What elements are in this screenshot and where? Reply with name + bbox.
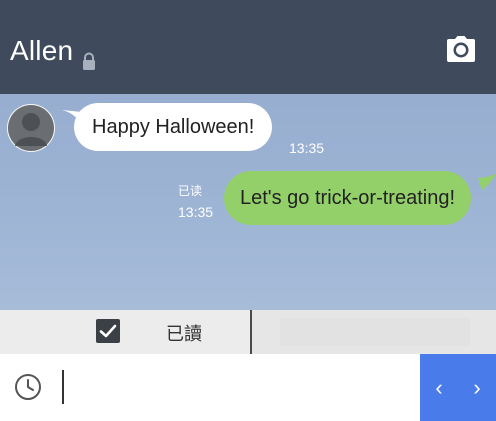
clock-icon[interactable] [14,373,42,401]
message-input-bar: ‹ › [0,354,496,421]
check-icon [99,324,117,338]
read-checkbox[interactable] [96,319,120,343]
avatar[interactable] [7,104,55,152]
incoming-message-bubble[interactable]: Happy Halloween! [74,103,273,151]
read-bar-empty-slot [280,318,470,346]
read-option-label: 已讀 [166,324,202,345]
read-receipt-label: 已读 [178,184,203,198]
prev-button[interactable]: ‹ [420,354,458,421]
lock-icon [81,44,97,70]
next-button[interactable]: › [458,354,496,421]
read-bar-divider [250,310,252,354]
candidate-nav: ‹ › [420,354,496,421]
camera-icon[interactable] [446,34,476,64]
outgoing-message-time: 13:35 [178,204,214,220]
chat-header: Allen [0,0,496,94]
message-input-caret[interactable] [62,370,64,404]
chat-title[interactable]: Allen [10,34,97,70]
contact-name: Allen [10,35,74,66]
outgoing-bubble-tail [478,174,496,190]
outgoing-message-bubble[interactable]: Let's go trick-or-treating! [224,171,472,225]
message-list: Happy Halloween! 13:35 已读 13:35 Let's go… [0,94,496,310]
read-receipt-option[interactable]: 已讀 [0,310,250,354]
incoming-message-time: 13:35 [289,140,325,156]
chat-screen: Allen Happy Halloween! 13:35 已读 13:35 Le… [0,0,496,421]
read-receipt-bar: 已讀 [0,310,496,354]
